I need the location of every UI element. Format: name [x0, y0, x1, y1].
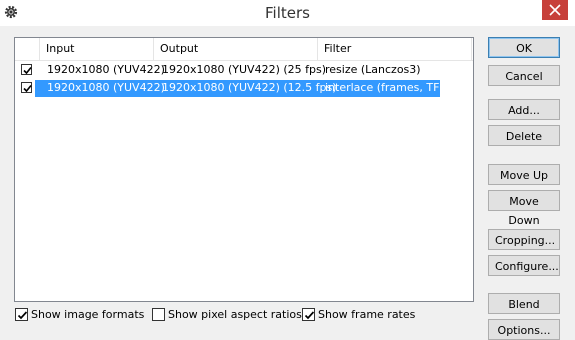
checkmark-icon: [23, 84, 32, 93]
cell-input: 1920x1080 (YUV422): [47, 81, 165, 94]
checkmark-icon: [17, 311, 28, 320]
configure-button[interactable]: Configure...: [488, 255, 560, 276]
move-down-button[interactable]: Move Down: [488, 190, 560, 227]
add-button[interactable]: Add...: [488, 99, 560, 120]
filter-list[interactable]: Input Output Filter 1920x1080 (YUV422) 1…: [14, 37, 474, 302]
options-button[interactable]: Options...: [488, 319, 560, 340]
checkmark-icon: [23, 66, 32, 75]
row-checkbox[interactable]: [21, 64, 32, 75]
blend-button[interactable]: Blend: [488, 293, 560, 314]
column-header-output[interactable]: Output: [154, 38, 318, 60]
column-header-check[interactable]: [15, 38, 40, 60]
close-button[interactable]: [542, 0, 568, 20]
ok-button[interactable]: OK: [488, 37, 560, 58]
cropping-button[interactable]: Cropping...: [488, 229, 560, 250]
row-checkbox[interactable]: [21, 82, 32, 93]
table-row[interactable]: 1920x1080 (YUV422) 1920x1080 (YUV422) (2…: [15, 62, 473, 79]
show-pixel-aspect-ratios-label: Show pixel aspect ratios: [168, 308, 302, 321]
cell-output: 1920x1080 (YUV422) (12.5 fps): [162, 81, 337, 94]
delete-button[interactable]: Delete: [488, 125, 560, 146]
list-header: Input Output Filter: [15, 38, 473, 61]
cell-filter: resize (Lanczos3): [325, 63, 421, 76]
title-bar: Filters: [0, 0, 575, 26]
close-icon: [549, 4, 561, 16]
column-header-filter[interactable]: Filter: [318, 38, 472, 60]
cell-output: 1920x1080 (YUV422) (25 fps): [162, 63, 327, 76]
move-up-button[interactable]: Move Up: [488, 164, 560, 185]
checkmark-icon: [304, 311, 315, 320]
cancel-button[interactable]: Cancel: [488, 65, 560, 86]
window-title: Filters: [265, 4, 310, 22]
table-row[interactable]: 1920x1080 (YUV422) 1920x1080 (YUV422) (1…: [15, 80, 473, 97]
show-frame-rates-label: Show frame rates: [318, 308, 416, 321]
show-image-formats-label: Show image formats: [31, 308, 145, 321]
column-header-input[interactable]: Input: [40, 38, 154, 60]
cell-input: 1920x1080 (YUV422): [47, 63, 165, 76]
cell-filter: interlace (frames, TFF): [325, 81, 451, 94]
